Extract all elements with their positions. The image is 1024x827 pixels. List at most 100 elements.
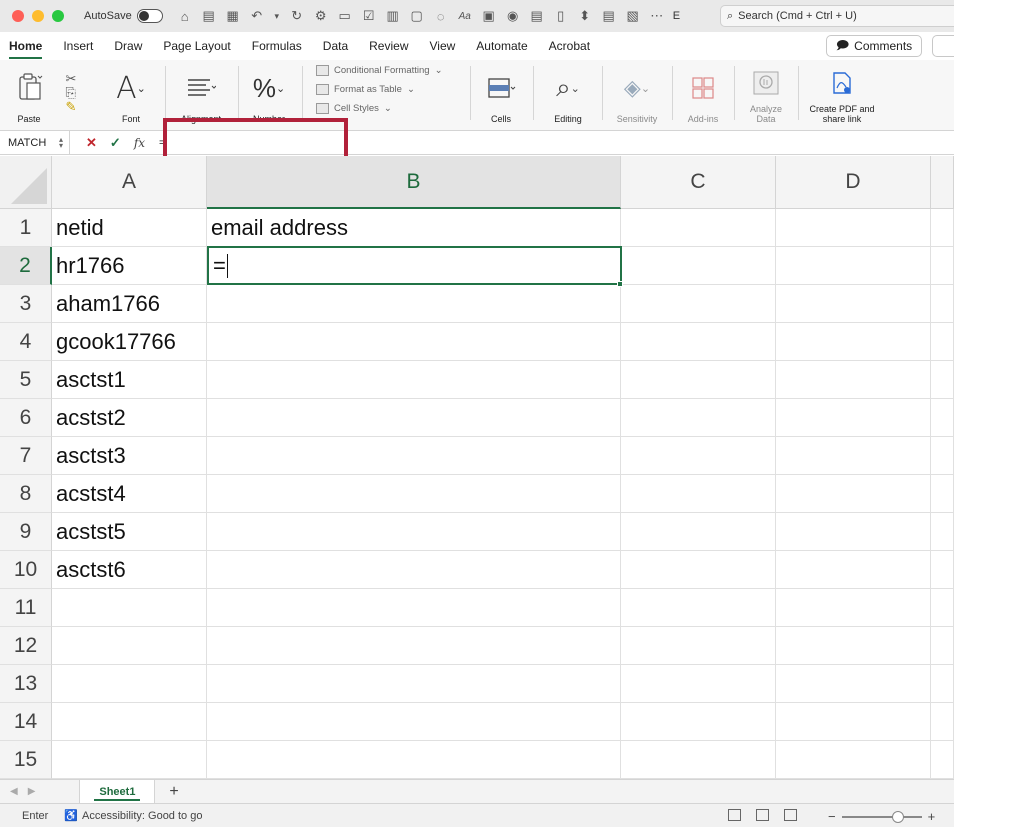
- cell-a15[interactable]: [52, 741, 207, 779]
- cell-d5[interactable]: [776, 361, 931, 399]
- column-header-c[interactable]: C: [621, 156, 776, 209]
- cell-a14[interactable]: [52, 703, 207, 741]
- close-window-button[interactable]: [12, 10, 24, 22]
- font-group[interactable]: A ⌄ Font: [106, 62, 156, 125]
- minimize-window-button[interactable]: [32, 10, 44, 22]
- cell-c5[interactable]: [621, 361, 776, 399]
- comments-button[interactable]: 🗩 Comments: [826, 35, 922, 57]
- tab-page-layout[interactable]: Page Layout: [163, 35, 230, 57]
- cell-c7[interactable]: [621, 437, 776, 475]
- autosave-control[interactable]: AutoSave: [84, 9, 163, 23]
- cell-d7[interactable]: [776, 437, 931, 475]
- cell-e4[interactable]: [931, 323, 954, 361]
- enter-icon[interactable]: ✓: [110, 135, 121, 151]
- cell-a7[interactable]: asctst3: [52, 437, 207, 475]
- save-icon[interactable]: ▤: [201, 8, 217, 24]
- tab-view[interactable]: View: [430, 35, 456, 57]
- cell-b7[interactable]: [207, 437, 621, 475]
- cell-d12[interactable]: [776, 627, 931, 665]
- cell-d10[interactable]: [776, 551, 931, 589]
- conditional-formatting-button[interactable]: Conditional Formatting ⌄: [316, 64, 443, 77]
- cell-b2[interactable]: =: [207, 246, 622, 285]
- name-box[interactable]: MATCH ▴ ▾: [0, 130, 70, 155]
- sensitivity-group[interactable]: ◈ ⌄ Sensitivity: [608, 62, 666, 124]
- row-header-8[interactable]: 8: [0, 475, 52, 513]
- cell-e8[interactable]: [931, 475, 954, 513]
- zoom-slider-thumb[interactable]: [891, 810, 904, 823]
- formula-input[interactable]: =: [159, 137, 165, 149]
- cell-d6[interactable]: [776, 399, 931, 437]
- home-icon[interactable]: ⌂: [177, 8, 193, 24]
- prev-sheet-icon[interactable]: ◀: [10, 786, 18, 797]
- cell-a13[interactable]: [52, 665, 207, 703]
- row-header-14[interactable]: 14: [0, 703, 52, 741]
- form-icon[interactable]: ▭: [337, 8, 353, 24]
- tab-formulas[interactable]: Formulas: [252, 35, 302, 57]
- cell-a10[interactable]: asctst6: [52, 551, 207, 589]
- filter-icon[interactable]: ▤: [601, 8, 617, 24]
- paste-group[interactable]: Paste: [8, 62, 50, 124]
- cell-e10[interactable]: [931, 551, 954, 589]
- cell-e9[interactable]: [931, 513, 954, 551]
- cell-e7[interactable]: [931, 437, 954, 475]
- create-pdf-group[interactable]: Create PDF and share link: [804, 62, 880, 124]
- cell-d13[interactable]: [776, 665, 931, 703]
- cell-b15[interactable]: [207, 741, 621, 779]
- alignment-group[interactable]: Alignment: [173, 62, 229, 124]
- cell-b11[interactable]: [207, 589, 621, 627]
- format-as-table-button[interactable]: Format as Table ⌄: [316, 83, 443, 96]
- tab-draw[interactable]: Draw: [114, 35, 142, 57]
- zoom-slider[interactable]: [841, 810, 922, 823]
- sheet-tab[interactable]: Sheet1: [79, 779, 156, 804]
- cell-a6[interactable]: acstst2: [52, 399, 207, 437]
- cell-styles-button[interactable]: Cell Styles ⌄: [316, 102, 443, 115]
- gallery-icon[interactable]: ▧: [625, 8, 641, 24]
- row-header-13[interactable]: 13: [0, 665, 52, 703]
- zoom-in-icon[interactable]: +: [928, 809, 936, 824]
- tab-home[interactable]: Home: [9, 35, 43, 59]
- column-header-e[interactable]: [931, 156, 954, 209]
- cell-d11[interactable]: [776, 589, 931, 627]
- cell-c12[interactable]: [621, 627, 776, 665]
- cell-c13[interactable]: [621, 665, 776, 703]
- cell-a1[interactable]: netid: [52, 209, 207, 247]
- tab-acrobat[interactable]: Acrobat: [549, 35, 590, 57]
- settings-icon[interactable]: ⚙: [313, 8, 329, 24]
- scissors-icon[interactable]: ✂ ⎘ ✎: [66, 62, 77, 124]
- row-header-9[interactable]: 9: [0, 513, 52, 551]
- sheet-icon[interactable]: ▤: [529, 8, 545, 24]
- analyze-data-group[interactable]: Analyze Data: [740, 62, 792, 124]
- cell-c10[interactable]: [621, 551, 776, 589]
- cell-c4[interactable]: [621, 323, 776, 361]
- cell-c6[interactable]: [621, 399, 776, 437]
- undo-dropdown-icon[interactable]: ▾: [273, 8, 281, 24]
- table-icon[interactable]: ▥: [385, 8, 401, 24]
- cell-a5[interactable]: asctst1: [52, 361, 207, 399]
- cell-d4[interactable]: [776, 323, 931, 361]
- cell-b4[interactable]: [207, 323, 621, 361]
- cell-a8[interactable]: acstst4: [52, 475, 207, 513]
- tab-data[interactable]: Data: [323, 35, 348, 57]
- cell-e13[interactable]: [931, 665, 954, 703]
- cell-e11[interactable]: [931, 589, 954, 627]
- cell-b12[interactable]: [207, 627, 621, 665]
- page-break-view-icon[interactable]: [784, 809, 797, 821]
- number-group[interactable]: % ⌄ Number: [245, 62, 293, 125]
- font-style-icon[interactable]: Aa: [457, 8, 473, 24]
- row-header-2[interactable]: 2: [0, 247, 52, 285]
- cell-a12[interactable]: [52, 627, 207, 665]
- cell-b10[interactable]: [207, 551, 621, 589]
- cell-b13[interactable]: [207, 665, 621, 703]
- cell-a3[interactable]: aham1766: [52, 285, 207, 323]
- cell-e6[interactable]: [931, 399, 954, 437]
- cell-a2[interactable]: hr1766: [52, 247, 207, 285]
- row-header-6[interactable]: 6: [0, 399, 52, 437]
- row-header-10[interactable]: 10: [0, 551, 52, 589]
- cell-a9[interactable]: acstst5: [52, 513, 207, 551]
- column-header-b[interactable]: B: [207, 156, 621, 209]
- normal-view-icon[interactable]: [728, 809, 741, 821]
- row-header-15[interactable]: 15: [0, 741, 52, 779]
- cell-e5[interactable]: [931, 361, 954, 399]
- tab-insert[interactable]: Insert: [63, 35, 93, 57]
- cell-e1[interactable]: [931, 209, 954, 247]
